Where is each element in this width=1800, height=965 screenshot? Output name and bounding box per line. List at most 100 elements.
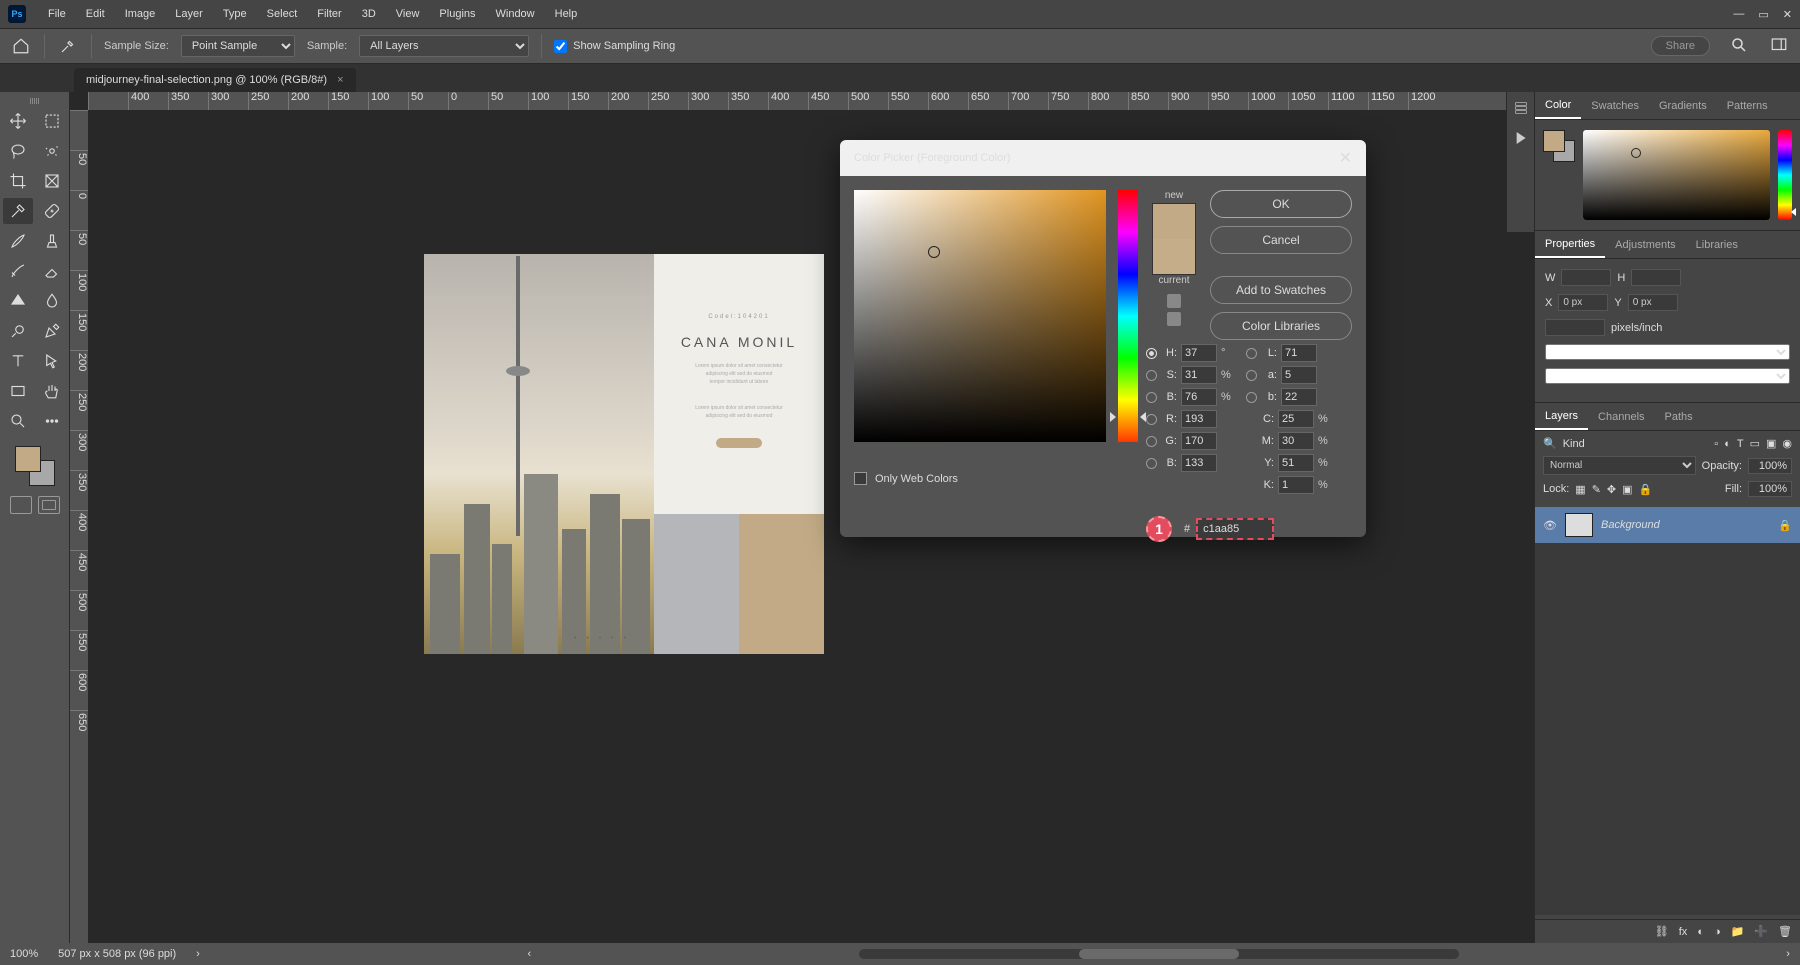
pen-tool[interactable] [37, 318, 67, 344]
radio-r[interactable] [1146, 414, 1157, 425]
marquee-tool[interactable] [37, 108, 67, 134]
zoom-tool[interactable] [3, 408, 33, 434]
healing-tool[interactable] [37, 198, 67, 224]
radio-h[interactable] [1146, 348, 1157, 359]
prop-bits-select[interactable] [1545, 368, 1790, 384]
tab-paths[interactable]: Paths [1655, 403, 1703, 430]
prop-h-input[interactable] [1631, 269, 1681, 286]
home-icon[interactable] [10, 35, 32, 57]
crop-tool[interactable] [3, 168, 33, 194]
radio-b[interactable] [1146, 392, 1157, 403]
fx-icon[interactable]: fx [1679, 926, 1688, 938]
gamut-warning-icon[interactable] [1167, 294, 1181, 308]
mask-icon[interactable]: ◐ [1697, 926, 1704, 938]
eyedropper-icon[interactable] [57, 35, 79, 57]
radio-a[interactable] [1246, 370, 1257, 381]
actions-panel-icon[interactable] [1513, 130, 1529, 146]
filter-type-icon[interactable]: T [1737, 438, 1744, 450]
stamp-tool[interactable] [37, 228, 67, 254]
radio-g[interactable] [1146, 436, 1157, 447]
show-ring-input[interactable] [554, 40, 567, 53]
ok-button[interactable]: OK [1210, 190, 1352, 218]
close-icon[interactable]: ✕ [1783, 8, 1792, 21]
layer-lock-icon[interactable]: 🔒 [1778, 519, 1792, 532]
prop-y-input[interactable] [1628, 294, 1678, 311]
lock-pixel-icon[interactable]: ✎ [1592, 483, 1601, 496]
color-swatches[interactable] [15, 446, 55, 486]
rectangle-tool[interactable] [3, 378, 33, 404]
panel-grip[interactable] [20, 98, 50, 104]
tab-channels[interactable]: Channels [1588, 403, 1654, 430]
document-artboard[interactable]: • • • • • Codel:104201 CANA MONIL Lorem … [424, 254, 824, 654]
filter-shape-icon[interactable]: ▭ [1750, 437, 1760, 450]
prop-x-input[interactable] [1558, 294, 1608, 311]
blend-mode-select[interactable]: Normal [1543, 456, 1696, 475]
sample-size-select[interactable]: Point Sample [181, 35, 295, 57]
layer-name[interactable]: Background [1601, 519, 1660, 531]
quick-select-tool[interactable] [37, 138, 67, 164]
add-swatches-button[interactable]: Add to Swatches [1210, 276, 1352, 304]
close-tab-icon[interactable]: × [337, 74, 343, 86]
adjustment-icon[interactable]: ◑ [1714, 926, 1721, 938]
only-web-checkbox[interactable] [854, 472, 867, 485]
hand-tool[interactable] [37, 378, 67, 404]
h-input[interactable] [1181, 344, 1217, 362]
mask-mode-toggle[interactable] [10, 496, 60, 514]
dialog-close-icon[interactable]: ✕ [1339, 148, 1352, 168]
new-layer-icon[interactable]: ➕ [1754, 925, 1768, 938]
lasso-tool[interactable] [3, 138, 33, 164]
zoom-level[interactable]: 100% [10, 948, 38, 960]
chevron-right-icon[interactable]: › [196, 948, 200, 960]
filter-pixel-icon[interactable]: ▫ [1714, 438, 1718, 450]
menu-help[interactable]: Help [545, 0, 588, 28]
lock-nest-icon[interactable]: ▣ [1622, 483, 1632, 496]
filter-toggle[interactable]: ◉ [1782, 437, 1792, 450]
doc-dimensions[interactable]: 507 px x 508 px (96 ppi) [58, 948, 176, 960]
gradient-tool[interactable] [3, 288, 33, 314]
group-icon[interactable]: 📁 [1731, 925, 1745, 938]
b-rgb-input[interactable] [1181, 454, 1217, 472]
maximize-icon[interactable]: ▭ [1758, 8, 1768, 21]
visibility-icon[interactable]: 👁 [1543, 519, 1557, 532]
cancel-button[interactable]: Cancel [1210, 226, 1352, 254]
share-button[interactable]: Share [1651, 36, 1710, 56]
tab-gradients[interactable]: Gradients [1649, 92, 1717, 119]
a-input[interactable] [1281, 366, 1317, 384]
tab-properties[interactable]: Properties [1535, 231, 1605, 258]
menu-plugins[interactable]: Plugins [429, 0, 485, 28]
eraser-tool[interactable] [37, 258, 67, 284]
dialog-titlebar[interactable]: Color Picker (Foreground Color) ✕ [840, 140, 1366, 176]
tab-color[interactable]: Color [1535, 92, 1581, 119]
tab-patterns[interactable]: Patterns [1717, 92, 1778, 119]
sample-select[interactable]: All Layers [359, 35, 529, 57]
lock-pos-icon[interactable]: ✥ [1607, 483, 1616, 496]
menu-file[interactable]: File [38, 0, 76, 28]
brush-tool[interactable] [3, 228, 33, 254]
layer-thumbnail[interactable] [1565, 513, 1593, 537]
document-tab[interactable]: midjourney-final-selection.png @ 100% (R… [74, 68, 356, 92]
s-input[interactable] [1181, 366, 1217, 384]
lock-icon[interactable]: 🔒 [1639, 483, 1653, 496]
eyedropper-tool[interactable] [3, 198, 33, 224]
m-input[interactable] [1278, 432, 1314, 450]
l-input[interactable] [1281, 344, 1317, 362]
fg-color-swatch[interactable] [15, 446, 41, 472]
fill-value[interactable]: 100% [1748, 481, 1792, 497]
minimize-icon[interactable]: — [1733, 8, 1744, 21]
blur-tool[interactable] [37, 288, 67, 314]
more-tools[interactable] [37, 408, 67, 434]
menu-3d[interactable]: 3D [352, 0, 386, 28]
color-ring-icon[interactable] [928, 246, 940, 258]
color-libraries-button[interactable]: Color Libraries [1210, 312, 1352, 340]
cp-hue-strip[interactable] [1778, 130, 1792, 220]
menu-layer[interactable]: Layer [165, 0, 213, 28]
link-layers-icon[interactable]: ⛓ [1655, 925, 1669, 938]
workspace-icon[interactable] [1770, 36, 1790, 56]
history-brush-tool[interactable] [3, 258, 33, 284]
cp-sat-field[interactable] [1583, 130, 1770, 220]
b-hsb-input[interactable] [1181, 388, 1217, 406]
prop-res-input[interactable] [1545, 319, 1605, 336]
tab-libraries[interactable]: Libraries [1686, 231, 1748, 258]
tab-swatches[interactable]: Swatches [1581, 92, 1649, 119]
menu-select[interactable]: Select [257, 0, 308, 28]
